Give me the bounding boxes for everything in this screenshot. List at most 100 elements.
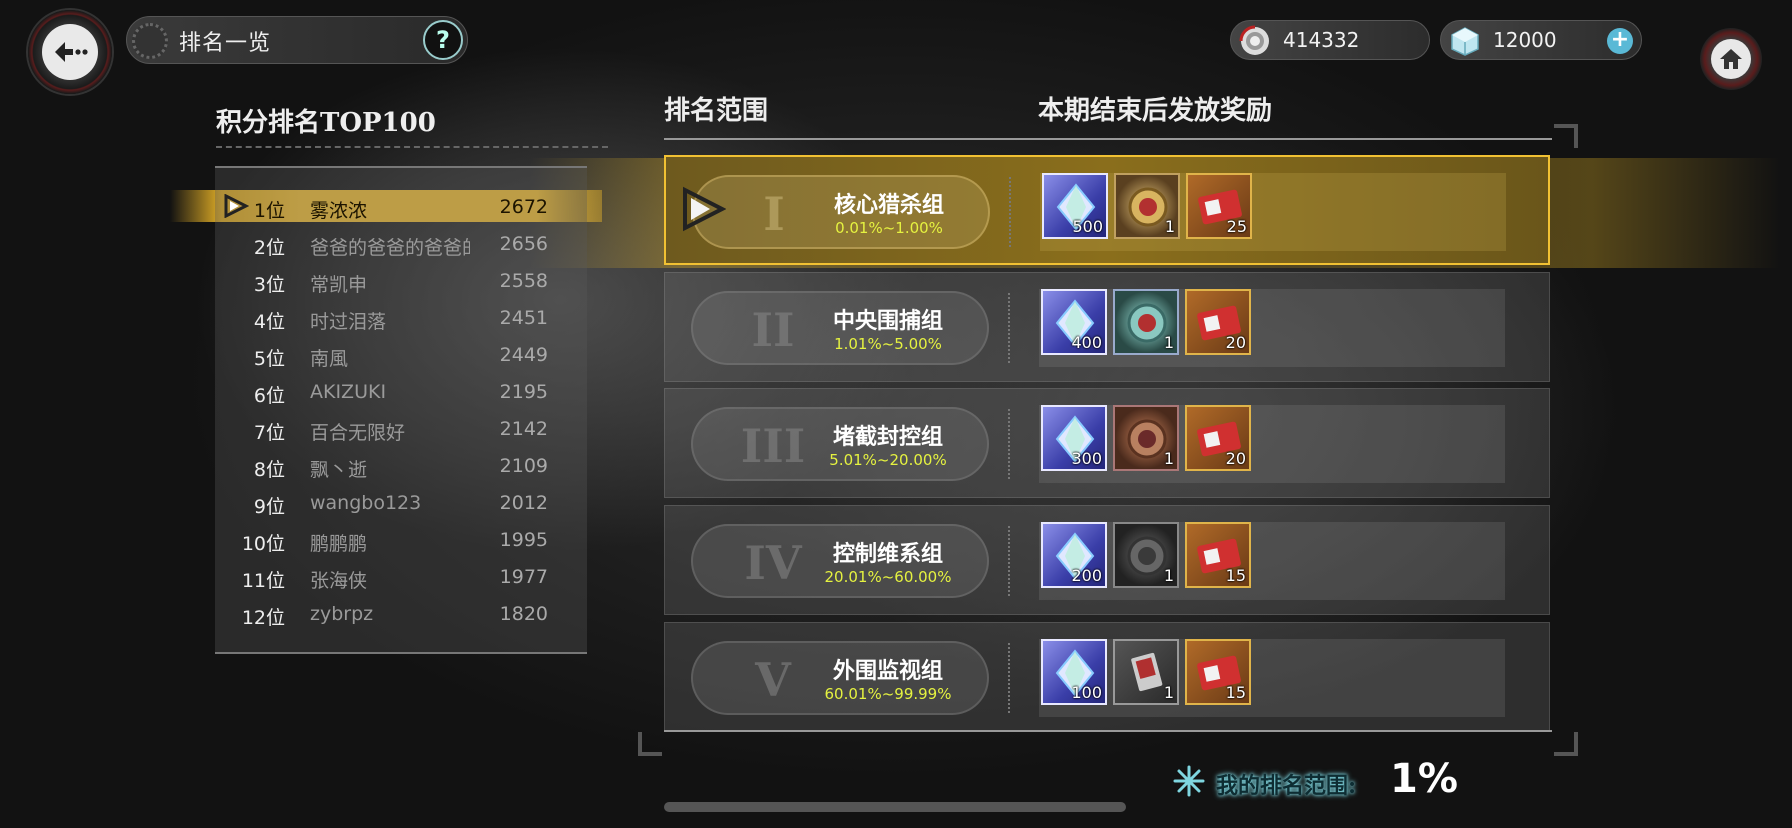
reward-count: 25 — [1226, 217, 1247, 236]
player-name: wangbo123 — [310, 492, 422, 514]
leaderboard-title: 积分排名TOP100 — [216, 108, 436, 138]
player-score: 2558 — [499, 270, 548, 292]
leaderboard-row[interactable]: 1位 雾浓浓 2672 — [215, 196, 587, 233]
reward-count: 400 — [1071, 333, 1102, 352]
leaderboard-row[interactable]: 10位 鹏鹏鹏 1995 — [215, 529, 587, 566]
reward-count: 1 — [1163, 683, 1174, 702]
reward-crystal[interactable]: 300 — [1041, 405, 1107, 471]
leaderboard-row[interactable]: 4位 时过泪落 2451 — [215, 307, 587, 344]
reward-medal[interactable]: 1 — [1113, 522, 1179, 588]
player-score: 1995 — [499, 529, 548, 551]
reward-count: 500 — [1072, 217, 1103, 236]
frame-corner — [1554, 124, 1578, 148]
player-score: 2142 — [499, 418, 548, 440]
leaderboard-list[interactable]: 1位 雾浓浓 2672 2位 爸爸的爸爸的爸爸的 2656 3位 常凯申 255… — [215, 166, 587, 654]
player-name: 百合无限好 — [310, 422, 406, 444]
leaderboard-row[interactable]: 11位 张海侠 1977 — [215, 566, 587, 603]
coin-counter: 414332 — [1230, 20, 1430, 60]
coin-icon — [1239, 25, 1269, 55]
player-score: 2195 — [499, 381, 548, 403]
divider — [1008, 409, 1010, 479]
player-name: 南風 — [310, 348, 349, 370]
reward-ticket[interactable]: 20 — [1185, 289, 1251, 355]
crystal-amount: 12000 — [1493, 28, 1557, 52]
crystal-cube-icon — [1451, 27, 1479, 56]
leaderboard-row[interactable]: 2位 爸爸的爸爸的爸爸的 2656 — [215, 233, 587, 270]
crystal-counter: 12000 + — [1440, 20, 1642, 60]
tier-row-3[interactable]: III 堵截封控组 5.01%~20.00% 300 1 20 — [664, 388, 1550, 498]
reward-list: 100 1 15 — [1039, 639, 1505, 717]
player-name: 张海侠 — [310, 570, 368, 592]
reward-list: 400 1 20 — [1039, 289, 1505, 367]
frame-corner — [1554, 732, 1578, 756]
reward-crystal[interactable]: 500 — [1042, 173, 1108, 239]
back-button[interactable] — [28, 10, 112, 94]
player-name: AKIZUKI — [310, 381, 387, 403]
help-button[interactable]: ? — [423, 20, 463, 60]
leaderboard-row[interactable]: 7位 百合无限好 2142 — [215, 418, 587, 455]
tier-label-pill: II 中央围捕组 1.01%~5.00% — [691, 291, 989, 365]
reward-medal[interactable]: 1 — [1113, 405, 1179, 471]
reward-card[interactable]: 1 — [1113, 639, 1179, 705]
rank-label: 7位 — [253, 422, 285, 444]
tier-label-pill: I 核心猎杀组 0.01%~1.00% — [692, 175, 990, 249]
tier-row-4[interactable]: IV 控制维系组 20.01%~60.00% 200 1 15 — [664, 505, 1550, 615]
leaderboard-row[interactable]: 12位 zybrpz 1820 — [215, 603, 587, 640]
reward-crystal[interactable]: 100 — [1041, 639, 1107, 705]
tier-name: 堵截封控组 — [832, 425, 943, 450]
player-score: 1977 — [499, 566, 548, 588]
tier-label-pill: III 堵截封控组 5.01%~20.00% — [691, 407, 989, 481]
leaderboard-row[interactable]: 9位 wangbo123 2012 — [215, 492, 587, 529]
reward-count: 1 — [1163, 566, 1174, 585]
player-name: 鹏鹏鹏 — [310, 533, 368, 555]
reward-count: 200 — [1071, 566, 1102, 585]
tier-range: 60.01%~99.99% — [824, 685, 952, 703]
reward-ticket[interactable]: 25 — [1186, 173, 1252, 239]
reward-count: 15 — [1225, 683, 1246, 702]
reward-medal[interactable]: 1 — [1113, 289, 1179, 355]
tier-range: 0.01%~1.00% — [835, 219, 943, 237]
leaderboard-row[interactable]: 6位 AKIZUKI 2195 — [215, 381, 587, 418]
rank-label: 9位 — [253, 496, 285, 518]
reward-list: 200 1 15 — [1039, 522, 1505, 600]
tier-row-2[interactable]: II 中央围捕组 1.01%~5.00% 400 1 20 — [664, 272, 1550, 382]
reward-count: 20 — [1225, 449, 1246, 468]
rank-label: 8位 — [253, 459, 285, 481]
reward-ticket[interactable]: 20 — [1185, 405, 1251, 471]
player-score: 1820 — [499, 603, 548, 625]
home-button[interactable] — [1700, 28, 1762, 90]
leaderboard-row[interactable]: 3位 常凯申 2558 — [215, 270, 587, 307]
reward-count: 1 — [1164, 217, 1175, 236]
reward-ticket[interactable]: 15 — [1185, 639, 1251, 705]
reward-count: 1 — [1163, 449, 1174, 468]
home-icon — [1711, 39, 1751, 79]
divider — [1008, 526, 1010, 596]
tier-row-1[interactable]: I 核心猎杀组 0.01%~1.00% 500 1 25 — [664, 155, 1550, 265]
leaderboard-row[interactable]: 8位 飘丶逝 2109 — [215, 455, 587, 492]
reward-column-header: 本期结束后发放奖励 — [1038, 96, 1273, 126]
add-crystal-button[interactable]: + — [1607, 28, 1633, 54]
current-tier-pointer-icon — [683, 186, 726, 232]
gear-icon — [132, 23, 168, 59]
tier-row-5[interactable]: V 外围监视组 60.01%~99.99% 100 1 15 — [664, 622, 1550, 732]
reward-count: 100 — [1071, 683, 1102, 702]
my-rank-value: 1% — [1390, 756, 1458, 802]
player-name: 爸爸的爸爸的爸爸的 — [310, 237, 470, 259]
tier-name: 中央围捕组 — [832, 309, 943, 334]
reward-crystal[interactable]: 200 — [1041, 522, 1107, 588]
footer-divider — [664, 730, 1552, 732]
reward-crystal[interactable]: 400 — [1041, 289, 1107, 355]
horizontal-scrollbar[interactable] — [664, 802, 1126, 812]
reward-medal[interactable]: 1 — [1114, 173, 1180, 239]
rank-label: 6位 — [253, 385, 285, 407]
tier-label-pill: IV 控制维系组 20.01%~60.00% — [691, 524, 989, 598]
reward-ticket[interactable]: 15 — [1185, 522, 1251, 588]
divider — [1008, 293, 1010, 363]
header-divider — [664, 138, 1552, 140]
reward-count: 300 — [1071, 449, 1102, 468]
page-title: 排名一览 — [179, 31, 272, 56]
player-name: 雾浓浓 — [310, 200, 368, 222]
player-name: 飘丶逝 — [310, 459, 368, 481]
leaderboard-row[interactable]: 5位 南風 2449 — [215, 344, 587, 381]
divider — [1009, 177, 1011, 247]
